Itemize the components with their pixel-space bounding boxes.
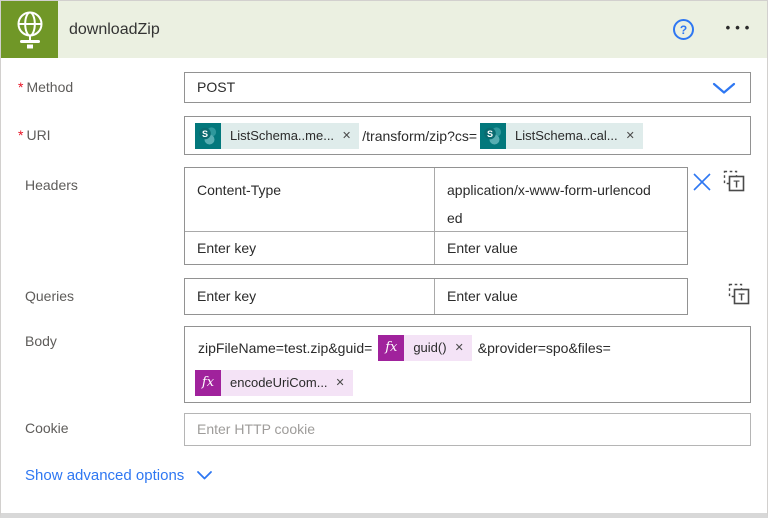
sharepoint-icon: S — [195, 122, 221, 149]
method-dropdown[interactable]: POST — [184, 72, 751, 103]
token-close-icon[interactable]: ✕ — [338, 129, 359, 142]
svg-text:S: S — [487, 128, 493, 138]
expression-fx-icon: fx — [195, 369, 221, 396]
headers-row: Content-Type application/x-www-form-urle… — [185, 168, 687, 231]
svg-text:T: T — [733, 180, 739, 191]
body-line: zipFileName=test.zip&guid= fx guid() ✕ &… — [195, 334, 740, 361]
query-value-input[interactable]: Enter value — [434, 279, 687, 314]
svg-text:S: S — [202, 128, 208, 138]
queries-row: Enter key Enter value — [185, 279, 687, 314]
cookie-input[interactable]: Enter HTTP cookie — [184, 413, 751, 446]
queries-text-mode-icon[interactable]: T — [727, 282, 752, 307]
svg-text:T: T — [738, 293, 744, 304]
method-label: * Method — [18, 79, 74, 95]
token-close-icon[interactable]: ✕ — [622, 129, 643, 142]
token-close-icon[interactable]: ✕ — [451, 341, 472, 354]
uri-text: /transform/zip?cs= — [362, 127, 478, 144]
cookie-label: Cookie — [25, 420, 69, 436]
card-header[interactable]: downloadZip ? ••• — [1, 1, 767, 58]
header-value-input[interactable]: Enter value — [434, 232, 687, 264]
body-input[interactable]: zipFileName=test.zip&guid= fx guid() ✕ &… — [184, 326, 751, 403]
headers-table: Content-Type application/x-www-form-urle… — [184, 167, 688, 265]
sharepoint-token[interactable]: S ListSchema..cal... ✕ — [480, 122, 643, 149]
uri-label: * URI — [18, 127, 51, 143]
required-asterisk: * — [18, 79, 24, 95]
body-label: Body — [25, 333, 57, 349]
header-key-input[interactable]: Content-Type — [185, 168, 434, 231]
cookie-placeholder: Enter HTTP cookie — [197, 421, 316, 437]
sharepoint-token[interactable]: S ListSchema..me... ✕ — [195, 122, 360, 149]
advanced-link-label: Show advanced options — [25, 467, 185, 484]
http-connector-icon — [1, 1, 58, 58]
expression-token[interactable]: fx encodeUriCom... ✕ — [195, 369, 353, 396]
query-key-input[interactable]: Enter key — [185, 279, 434, 314]
help-icon[interactable]: ? — [673, 19, 694, 40]
queries-label: Queries — [25, 288, 75, 304]
expression-fx-icon: fx — [378, 334, 405, 361]
action-card: downloadZip ? ••• * Method POST * URI S Li… — [0, 0, 768, 518]
token-label: ListSchema..me... — [230, 128, 335, 143]
expression-token[interactable]: fx guid() ✕ — [378, 334, 472, 361]
headers-label: Headers — [25, 177, 78, 193]
more-menu-icon[interactable]: ••• — [717, 20, 763, 40]
body-text: &provider=spo&files= — [477, 339, 611, 356]
action-title: downloadZip — [69, 21, 160, 38]
chevron-down-icon[interactable] — [712, 82, 736, 95]
sharepoint-icon: S — [480, 122, 507, 149]
header-value-input[interactable]: application/x-www-form-urlencoded — [434, 168, 687, 231]
body-text: zipFileName=test.zip&guid= — [198, 339, 373, 356]
headers-text-mode-icon[interactable]: T — [722, 169, 747, 194]
globe-icon — [17, 11, 42, 48]
header-key-input[interactable]: Enter key — [185, 232, 434, 264]
show-advanced-options-link[interactable]: Show advanced options — [25, 467, 213, 484]
queries-table: Enter key Enter value — [184, 278, 688, 315]
token-label: ListSchema..cal... — [515, 128, 618, 143]
chevron-down-icon — [197, 471, 213, 480]
required-asterisk: * — [18, 127, 24, 143]
token-label: encodeUriCom... — [230, 375, 328, 390]
delete-header-row-icon[interactable] — [691, 171, 713, 193]
token-label: guid() — [413, 340, 447, 355]
headers-row: Enter key Enter value — [185, 231, 687, 264]
method-value: POST — [197, 79, 236, 95]
body-line: fx encodeUriCom... ✕ — [195, 369, 740, 396]
uri-input[interactable]: S ListSchema..me... ✕ /transform/zip?cs=… — [184, 116, 751, 155]
token-close-icon[interactable]: ✕ — [332, 376, 353, 389]
